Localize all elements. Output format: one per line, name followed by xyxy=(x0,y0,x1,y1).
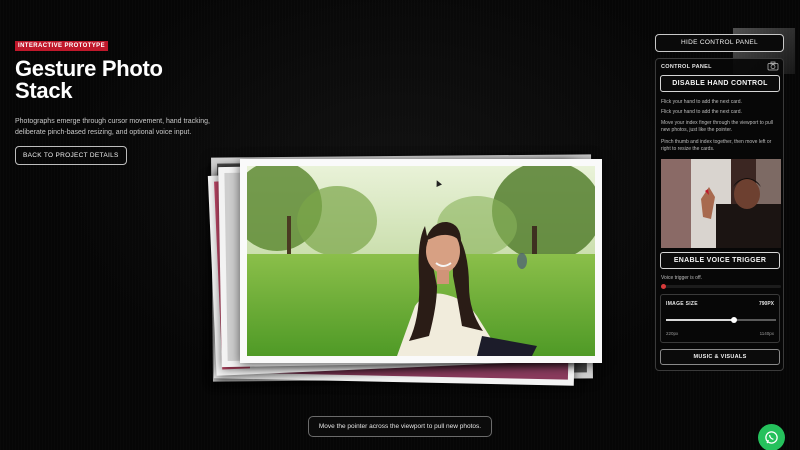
hand-message: Flick your hand to add the next card. xyxy=(661,109,742,115)
prototype-badge: INTERACTIVE PROTOTYPE xyxy=(15,41,108,51)
intro-section: INTERACTIVE PROTOTYPE Gesture Photo Stac… xyxy=(15,34,220,165)
image-size-control: IMAGE SIZE 790PX 220px 1140px xyxy=(660,294,780,343)
slider-thumb[interactable] xyxy=(731,317,738,323)
music-visuals-button[interactable]: MUSIC & VISUALS xyxy=(660,349,780,365)
hand-instruction-pointer: Move your index finger through the viewp… xyxy=(661,120,774,133)
hide-control-panel-button[interactable]: HIDE CONTROL PANEL xyxy=(655,34,784,52)
image-size-max: 1140px xyxy=(759,331,774,336)
image-size-label: IMAGE SIZE xyxy=(666,301,698,307)
page-title: Gesture Photo Stack xyxy=(15,56,163,103)
page-description: Photographs emerge through cursor moveme… xyxy=(15,118,210,136)
image-size-value: 790PX xyxy=(758,301,774,307)
hand-message: Flick your hand to add the next card. xyxy=(661,99,742,105)
control-panel-label: CONTROL PANEL xyxy=(661,64,712,70)
photo-stack[interactable] xyxy=(206,150,606,386)
park-portrait-photo xyxy=(247,166,595,356)
image-size-min: 220px xyxy=(666,331,679,336)
webcam-feed xyxy=(661,159,781,248)
image-size-slider[interactable] xyxy=(666,317,776,323)
webcam-preview xyxy=(661,159,781,248)
voice-level-meter xyxy=(661,284,781,289)
whatsapp-icon xyxy=(765,431,778,444)
whatsapp-button[interactable] xyxy=(758,424,785,450)
enable-voice-trigger-button[interactable]: ENABLE VOICE TRIGGER xyxy=(660,252,780,269)
camera-icon[interactable] xyxy=(767,61,779,71)
disable-hand-control-button[interactable]: DISABLE HAND CONTROL xyxy=(660,75,780,92)
slider-fill xyxy=(666,319,735,321)
control-panel: CONTROL PANEL DISABLE HAND CONTROL Flick… xyxy=(655,58,784,371)
back-to-project-button[interactable]: BACK TO PROJECT DETAILS xyxy=(15,146,127,165)
photo-card-top[interactable] xyxy=(240,159,602,363)
voice-status: Voice trigger is off. xyxy=(661,275,703,281)
voice-indicator xyxy=(661,284,666,289)
pointer-hint: Move the pointer across the viewport to … xyxy=(308,416,492,437)
hand-instruction-pinch: Pinch thumb and index together, then mov… xyxy=(661,139,772,152)
